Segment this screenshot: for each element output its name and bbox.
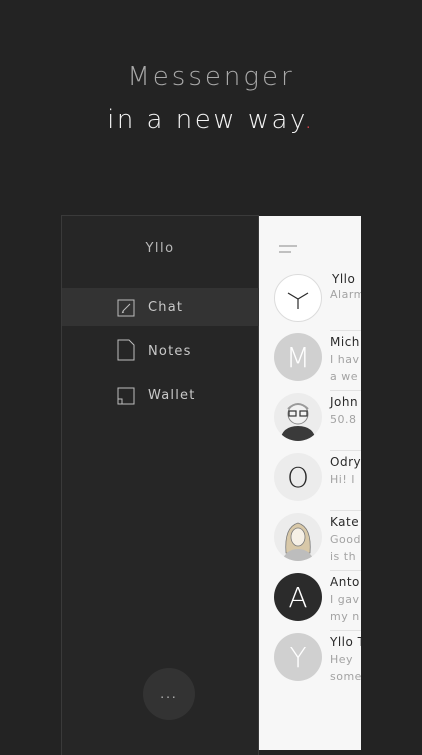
menu-item-chat[interactable]: Chat — [62, 288, 259, 326]
more-button[interactable]: ... — [143, 668, 195, 720]
chat-list-panel: Yllo Alarm M Mich I hav a we John 50.8 O… — [259, 216, 361, 750]
chat-name: Mich — [330, 335, 360, 349]
chat-row-yllo[interactable]: Yllo Alarm — [259, 272, 361, 334]
menu-label-wallet: Wallet — [148, 387, 196, 403]
chat-row-john[interactable]: John 50.8 — [259, 390, 361, 453]
person-photo-icon — [280, 403, 316, 441]
person-photo-icon — [282, 522, 314, 561]
letter-avatar: O — [274, 453, 322, 501]
chat-preview: 50.8 — [330, 413, 357, 426]
row-divider — [330, 390, 361, 391]
letter-avatar: Y — [274, 633, 322, 681]
chat-preview: Alarm — [330, 288, 361, 301]
tagline-text: in a new way — [107, 105, 305, 135]
menu-item-notes[interactable]: Notes — [62, 332, 259, 370]
accent-dot: . — [304, 105, 315, 135]
chat-name: Yllo — [332, 272, 356, 286]
chat-row-yllo-t[interactable]: Y Yllo T Hey some — [259, 630, 361, 693]
row-divider — [330, 510, 361, 511]
chat-preview: I gav my n — [330, 593, 360, 623]
chat-name: Odry — [330, 455, 361, 469]
letter-avatar: M — [274, 333, 322, 381]
row-divider — [330, 570, 361, 571]
photo-avatar — [274, 513, 322, 561]
app-name: Yllo — [145, 241, 175, 256]
chat-row-anto[interactable]: A Anto I gav my n — [259, 570, 361, 633]
headline-tagline: in a new way. — [0, 105, 422, 135]
chat-name: John — [330, 395, 359, 409]
row-divider — [330, 450, 361, 451]
chat-row-odry[interactable]: O Odry Hi! I — [259, 450, 361, 513]
chat-preview: Hey some — [330, 653, 361, 683]
row-divider — [330, 330, 361, 331]
chat-row-mich[interactable]: M Mich I hav a we — [259, 330, 361, 393]
menu-item-wallet[interactable]: Wallet — [62, 376, 259, 414]
clock-icon — [287, 292, 309, 309]
menu-label-notes: Notes — [148, 343, 192, 359]
clock-logo-avatar — [274, 274, 322, 322]
side-drawer: Yllo Chat Notes Wallet ... — [61, 215, 259, 755]
photo-avatar — [274, 393, 322, 441]
chat-name: Kate — [330, 515, 360, 529]
chat-name: Yllo T — [330, 635, 361, 649]
chat-preview: I hav a we — [330, 353, 360, 383]
menu-label-chat: Chat — [148, 299, 184, 315]
headline-messenger: Messenger — [127, 62, 295, 92]
chat-name: Anto — [330, 575, 360, 589]
edit-icon — [117, 299, 135, 317]
chat-row-kate[interactable]: Kate Good is th — [259, 510, 361, 573]
note-icon — [117, 339, 135, 361]
letter-avatar: A — [274, 573, 322, 621]
chat-preview: Good is th — [330, 533, 361, 563]
row-divider — [330, 630, 361, 631]
wallet-icon — [117, 387, 135, 405]
hamburger-menu-icon[interactable] — [279, 244, 297, 256]
chat-preview: Hi! I — [330, 473, 355, 486]
